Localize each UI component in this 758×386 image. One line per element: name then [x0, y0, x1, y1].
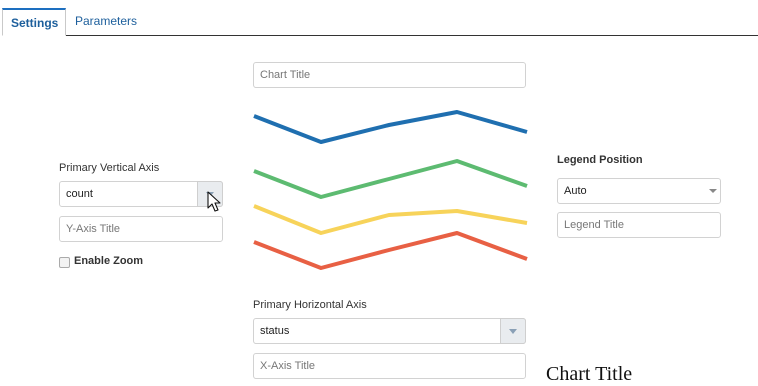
mouse-pointer-icon [207, 191, 221, 212]
horizontal-axis-dropdown-button[interactable] [500, 318, 526, 344]
chart-preview-illustration [253, 110, 528, 270]
chevron-down-icon [709, 189, 717, 193]
chevron-down-icon [509, 329, 517, 334]
enable-zoom-checkbox[interactable] [59, 257, 70, 268]
illustration-series-1 [253, 110, 528, 144]
legend-position-select[interactable]: Auto [557, 178, 721, 204]
illustration-series-4 [253, 231, 528, 270]
chart-preview-title: Chart Title [546, 363, 633, 385]
horizontal-axis-select[interactable]: status [253, 318, 526, 344]
y-axis-title-input[interactable]: Y-Axis Title [59, 216, 223, 242]
primary-horizontal-axis-label: Primary Horizontal Axis [253, 299, 367, 311]
legend-position-selected-value: Auto [564, 185, 587, 197]
illustration-series-2 [253, 159, 528, 199]
tab-bar: Settings Parameters [0, 0, 758, 36]
illustration-series-3 [253, 204, 528, 235]
enable-zoom-label: Enable Zoom [74, 255, 144, 267]
tab-settings[interactable]: Settings [2, 8, 66, 36]
tab-parameters[interactable]: Parameters [67, 8, 145, 36]
tab-bar-divider [66, 35, 758, 36]
chart-title-input[interactable]: Chart Title [253, 62, 526, 88]
horizontal-axis-selected-value: status [260, 325, 290, 337]
vertical-axis-selected-value: count [66, 188, 93, 200]
primary-vertical-axis-label: Primary Vertical Axis [59, 162, 160, 174]
legend-position-label: Legend Position [557, 154, 643, 166]
legend-title-input[interactable]: Legend Title [557, 212, 721, 238]
x-axis-title-input[interactable]: X-Axis Title [253, 353, 526, 379]
